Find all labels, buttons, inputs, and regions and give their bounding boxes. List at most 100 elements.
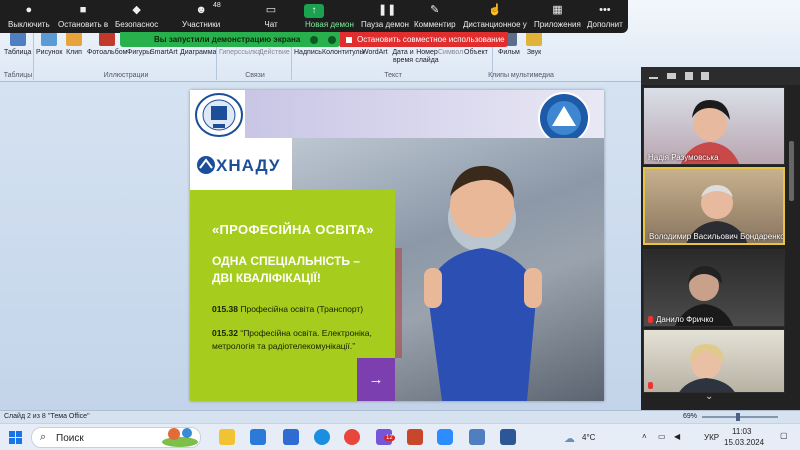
- group-illustrations: Иллюстрации: [103, 72, 149, 79]
- chevron-down-icon[interactable]: ⌄: [705, 391, 713, 402]
- ribbon-separator: [33, 32, 34, 80]
- search-label: Поиск: [56, 433, 84, 444]
- network-icon[interactable]: ▭: [658, 432, 666, 441]
- windows-start-icon[interactable]: [9, 431, 22, 444]
- gallery-grid-icon[interactable]: [685, 72, 693, 80]
- chevron-up-icon[interactable]: ˄: [642, 432, 647, 441]
- khadu-logo-block: ХНАДУ: [190, 140, 292, 190]
- specialty-text-2a: “Професійна освіта. Електроніка,: [238, 328, 372, 338]
- speaker-icon: [526, 32, 542, 46]
- apps-button[interactable]: ▦ Приложения: [534, 3, 581, 29]
- search-highlight-illustration: [162, 428, 198, 447]
- input-language[interactable]: УКР: [704, 433, 719, 442]
- khadu-logo-text: ХНАДУ: [216, 156, 281, 175]
- zoom-slider-thumb[interactable]: [736, 413, 740, 421]
- faculty-emblem-logo: [538, 92, 590, 144]
- defender-shield-icon[interactable]: [283, 429, 299, 445]
- participant-tile[interactable]: Надія Разумовська: [643, 87, 785, 165]
- participant-name: [648, 381, 656, 390]
- pause-indicator-icon[interactable]: [310, 35, 319, 44]
- spacer-icon: [322, 3, 336, 17]
- zoom-slider-track[interactable]: [702, 416, 778, 418]
- group-tables: Таблицы: [3, 72, 33, 79]
- chat-bubble-icon: ▭: [265, 4, 277, 16]
- remote-control-icon: ☝: [488, 4, 502, 16]
- mail-icon[interactable]: [250, 429, 266, 445]
- stop-video-button[interactable]: ■ Остановить в: [58, 3, 108, 29]
- powerpoint-icon[interactable]: [407, 429, 423, 445]
- pause-share-button[interactable]: ❚❚ Пауза демон: [361, 3, 409, 29]
- video-camera-icon: ■: [79, 4, 87, 16]
- ribbon-sound-button[interactable]: Звук: [526, 32, 542, 56]
- floppy-save-icon[interactable]: [469, 429, 485, 445]
- word-document-icon[interactable]: [500, 429, 516, 445]
- volume-icon[interactable]: ◀: [674, 432, 680, 441]
- gallery-view-controls: [641, 67, 800, 85]
- ribbon-clip-button[interactable]: Клип: [66, 32, 82, 56]
- table-icon: [9, 32, 26, 46]
- file-explorer-icon[interactable]: [219, 429, 235, 445]
- participant-tile[interactable]: Данило Фричко: [643, 249, 785, 327]
- weather-temp[interactable]: 4°C: [582, 433, 595, 442]
- clock-time[interactable]: 11:03: [732, 427, 751, 436]
- participant-tile[interactable]: [643, 329, 785, 393]
- pause-icon: ❚❚: [377, 4, 397, 16]
- cloud-weather-icon: ☁: [564, 433, 575, 445]
- muted-microphone-icon: [648, 382, 653, 390]
- security-button[interactable]: ◆ Безопаснос: [115, 3, 158, 29]
- album-icon: [99, 32, 116, 46]
- remote-control-button[interactable]: ☝ Дистанционное у: [463, 3, 527, 29]
- stop-share-button[interactable]: Остановить совместное использование: [340, 32, 508, 47]
- windows-taskbar: ⌕ Поиск 12 ☁ 4°C ˄ ▭ ◀ УКР 11:03 15.03.2…: [0, 423, 800, 450]
- clip-icon: [66, 32, 82, 46]
- minimize-icon[interactable]: [649, 77, 658, 79]
- participant-tile-active-speaker[interactable]: Володимир Васильович Бондаренко: [643, 167, 785, 245]
- more-button[interactable]: ••• Дополнит: [587, 3, 623, 29]
- picture-icon: [41, 32, 58, 46]
- ribbon-picture-button[interactable]: Рисунок: [36, 32, 62, 56]
- microphone-icon: ●: [25, 4, 33, 16]
- specialty-item-2-cont: метрологія та радіотелекомунікації.”: [212, 341, 356, 351]
- powerpoint-status-bar: Слайд 2 из 8 "Тема Office" 69%: [0, 410, 800, 423]
- notification-badge: 12: [384, 435, 395, 441]
- specialty-item-1: 015.38 Професійна освіта (Транспорт): [212, 304, 363, 314]
- video-gallery-panel: Надія Разумовська Володимир Васильович Б…: [641, 67, 800, 410]
- participant-video: [679, 344, 735, 392]
- zoom-app-icon[interactable]: [437, 429, 453, 445]
- slide-counter: Слайд 2 из 8: [4, 413, 46, 420]
- mute-button[interactable]: ● Выключить: [8, 3, 50, 29]
- new-share-button[interactable]: Новая демон: [305, 3, 354, 29]
- slide-subtitle-line1: ОДНА СПЕЦІАЛЬНІСТЬ –: [212, 254, 360, 268]
- ribbon-table-button[interactable]: Таблица: [4, 32, 31, 56]
- stop-square-icon: [346, 36, 352, 43]
- ellipsis-icon: •••: [599, 4, 611, 16]
- people-icon: ☻: [195, 4, 207, 16]
- zoom-percent[interactable]: 69%: [683, 413, 697, 420]
- zoom-meeting-toolbar: ● Выключить ■ Остановить в ◆ Безопаснос ☻ Уч…: [0, 0, 628, 33]
- next-arrow-button[interactable]: →: [357, 358, 395, 401]
- clock-date[interactable]: 15.03.2024: [724, 438, 764, 447]
- edge-browser-icon[interactable]: [314, 429, 330, 445]
- notifications-icon[interactable]: ▢: [780, 431, 788, 440]
- gallery-scrollbar[interactable]: [789, 141, 794, 201]
- sharing-message: Вы запустили демонстрацию экрана: [154, 35, 301, 44]
- info-icon[interactable]: [328, 35, 337, 44]
- presentation-slide[interactable]: ХНАДУ «ПРОФЕСІЙНА ОСВІТА» ОДНА СПЕЦІАЛЬН…: [190, 90, 604, 401]
- slide-subtitle-line2: ДВІ КВАЛІФІКАЦІЇ!: [212, 271, 321, 285]
- screen-sharing-banner: Вы запустили демонстрацию экрана: [120, 32, 340, 47]
- group-media: Клипы мультимедиа: [488, 72, 554, 79]
- multi-grid-icon[interactable]: [701, 72, 709, 80]
- muted-microphone-icon: [648, 316, 653, 324]
- chrome-browser-icon[interactable]: [344, 429, 360, 445]
- specialty-text-1: Професійна освіта (Транспорт): [238, 304, 364, 314]
- specialty-item-2: 015.32 “Професійна освіта. Електроніка,: [212, 328, 372, 338]
- chat-button[interactable]: ▭ Чат: [264, 3, 278, 29]
- participant-name: Володимир Васильович Бондаренко: [649, 232, 785, 241]
- annotate-button[interactable]: ✎ Комментир: [414, 3, 456, 29]
- shield-icon: ◆: [132, 4, 141, 16]
- apps-icon: ▦: [552, 4, 563, 16]
- speaker-view-icon[interactable]: [667, 73, 676, 79]
- university-seal-logo: [195, 93, 243, 137]
- screen: Таблица Рисунок Клип Фотоальбом Фигуры S…: [0, 0, 800, 450]
- khadu-logo-mark: [197, 156, 215, 174]
